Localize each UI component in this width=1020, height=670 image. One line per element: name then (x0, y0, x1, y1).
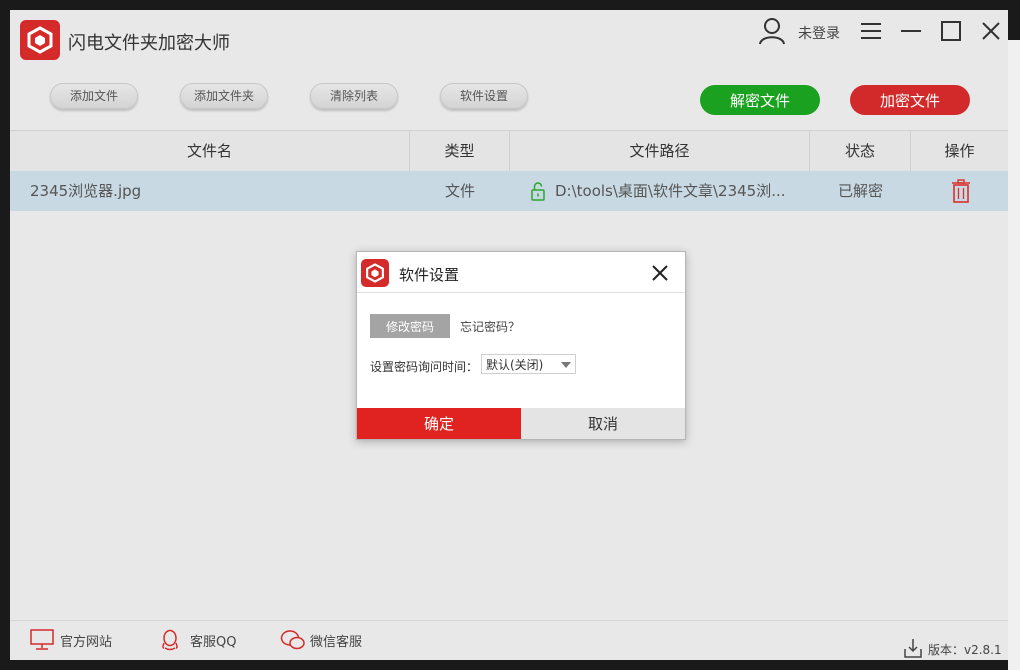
menu-icon[interactable] (856, 16, 886, 46)
version-label: 版本：v2.8.1 (928, 643, 1002, 657)
background-window-strip (1008, 40, 1020, 670)
file-status: 已解密 (837, 182, 883, 200)
change-password-button[interactable]: 修改密码 (370, 314, 450, 338)
file-path: D:\tools\桌面\软件文章\2345浏... (555, 182, 786, 200)
table-row[interactable]: 2345浏览器.jpg 文件 D:\tools\桌面\软件文章\2345浏...… (10, 171, 1008, 211)
title-bar: 闪电文件夹加密大师 未登录 (10, 10, 1008, 72)
app-title: 闪电文件夹加密大师 (68, 33, 230, 54)
download-icon[interactable] (903, 637, 923, 659)
settings-dialog: 软件设置 修改密码 忘记密码？ 设置密码询问时间： 默认(关闭) 确定 取消 (356, 251, 686, 440)
dialog-title: 软件设置 (399, 266, 460, 284)
dropdown-arrow-icon (561, 362, 571, 368)
login-status[interactable]: 未登录 (798, 23, 840, 43)
cancel-button[interactable]: 取消 (521, 408, 685, 439)
ok-button[interactable]: 确定 (357, 408, 521, 439)
unlocked-icon (531, 182, 545, 201)
close-icon[interactable] (976, 16, 1006, 46)
header-filename: 文件名 (10, 131, 410, 171)
encrypt-file-button[interactable]: 加密文件 (850, 85, 970, 115)
actions-cell (911, 171, 1008, 211)
header-actions: 操作 (944, 142, 975, 160)
user-icon[interactable] (758, 16, 786, 50)
dialog-close-icon[interactable] (649, 262, 671, 284)
main-window: 闪电文件夹加密大师 未登录 添加文件 添加文件夹 清除列表 软件设置 解密文件 … (10, 10, 1008, 660)
footer: 官方网站 客服QQ 微信客服 版本：v2.8.1 (10, 620, 1008, 660)
forgot-password-link[interactable]: 忘记密码？ (460, 318, 520, 335)
ask-interval-select[interactable]: 默认(关闭) (481, 354, 576, 374)
minimize-icon[interactable] (896, 16, 926, 46)
qq-icon (162, 629, 178, 651)
add-file-button[interactable]: 添加文件 (50, 83, 138, 109)
header-status: 状态 (810, 131, 911, 171)
ask-interval-label: 设置密码询问时间： (370, 360, 479, 374)
settings-button[interactable]: 软件设置 (440, 83, 528, 109)
dialog-divider (357, 292, 685, 293)
decrypt-file-button[interactable]: 解密文件 (700, 85, 820, 115)
file-type: 文件 (444, 182, 475, 200)
wechat-support-link[interactable]: 微信客服 (280, 630, 380, 651)
file-name: 2345浏览器.jpg (30, 182, 142, 200)
clear-list-button[interactable]: 清除列表 (310, 83, 398, 109)
monitor-icon (30, 629, 54, 650)
qq-support-link[interactable]: 客服QQ (160, 629, 260, 651)
ask-interval-value: 默认(关闭) (486, 358, 544, 372)
header-type: 类型 (410, 131, 510, 171)
header-path: 文件路径 (510, 131, 810, 171)
table-header: 文件名 类型 文件路径 状态 操作 (10, 130, 1008, 172)
wechat-icon (280, 630, 305, 650)
app-logo-icon (20, 20, 60, 60)
official-site-link[interactable]: 官方网站 (30, 629, 130, 651)
dialog-logo-icon (361, 259, 389, 287)
add-folder-button[interactable]: 添加文件夹 (180, 83, 268, 109)
maximize-icon[interactable] (936, 16, 966, 46)
file-path-cell: D:\tools\桌面\软件文章\2345浏... (530, 171, 810, 211)
trash-icon[interactable] (951, 179, 971, 203)
